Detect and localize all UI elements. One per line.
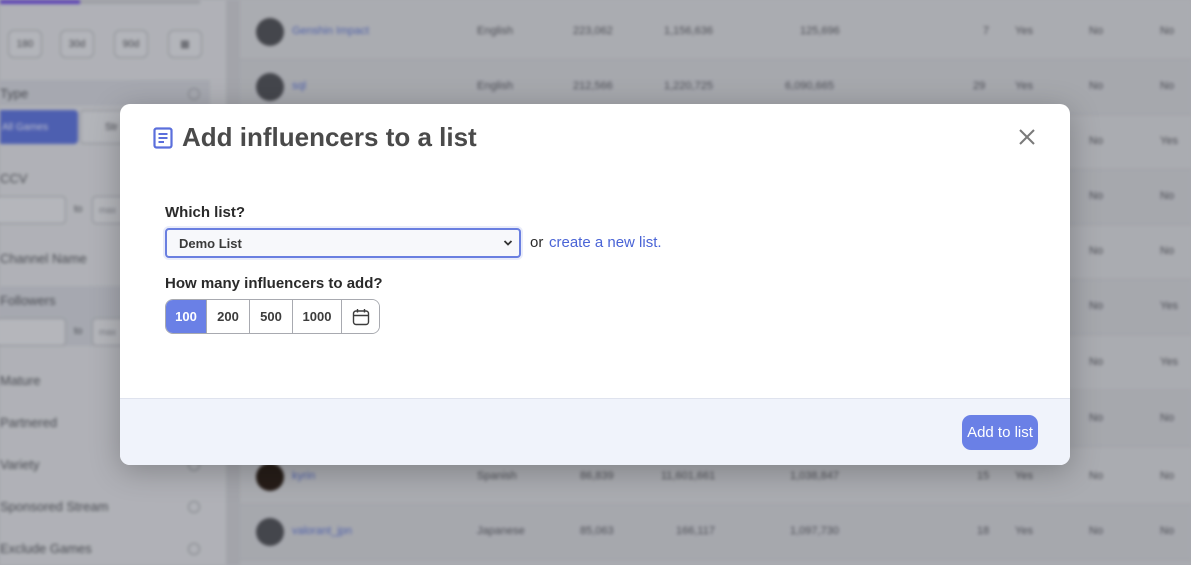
which-list-label: Which list?	[165, 204, 245, 221]
list-select[interactable]: Demo List	[165, 228, 521, 258]
create-new-list-link[interactable]: create a new list.	[549, 234, 662, 251]
close-icon[interactable]	[1016, 126, 1038, 148]
modal-header: Add influencers to a list	[120, 104, 1070, 174]
list-icon	[153, 127, 173, 149]
add-to-list-modal: Add influencers to a list Which list? De…	[120, 104, 1070, 465]
list-select-value: Demo List	[179, 235, 242, 251]
modal-title: Add influencers to a list	[182, 122, 477, 152]
custom-count-button[interactable]	[342, 300, 379, 333]
modal-footer: Add to list	[120, 398, 1070, 465]
count-200-button[interactable]: 200	[207, 300, 250, 333]
count-500-button[interactable]: 500	[250, 300, 293, 333]
count-100-button[interactable]: 100	[166, 300, 207, 333]
add-to-list-button[interactable]: Add to list	[962, 415, 1038, 450]
count-1000-button[interactable]: 1000	[293, 300, 342, 333]
or-text: or	[530, 234, 544, 251]
chevron-down-icon	[503, 240, 513, 246]
count-label: How many influencers to add?	[165, 275, 383, 292]
count-button-group: 100 200 500 1000	[165, 299, 380, 334]
calendar-icon	[352, 308, 369, 325]
